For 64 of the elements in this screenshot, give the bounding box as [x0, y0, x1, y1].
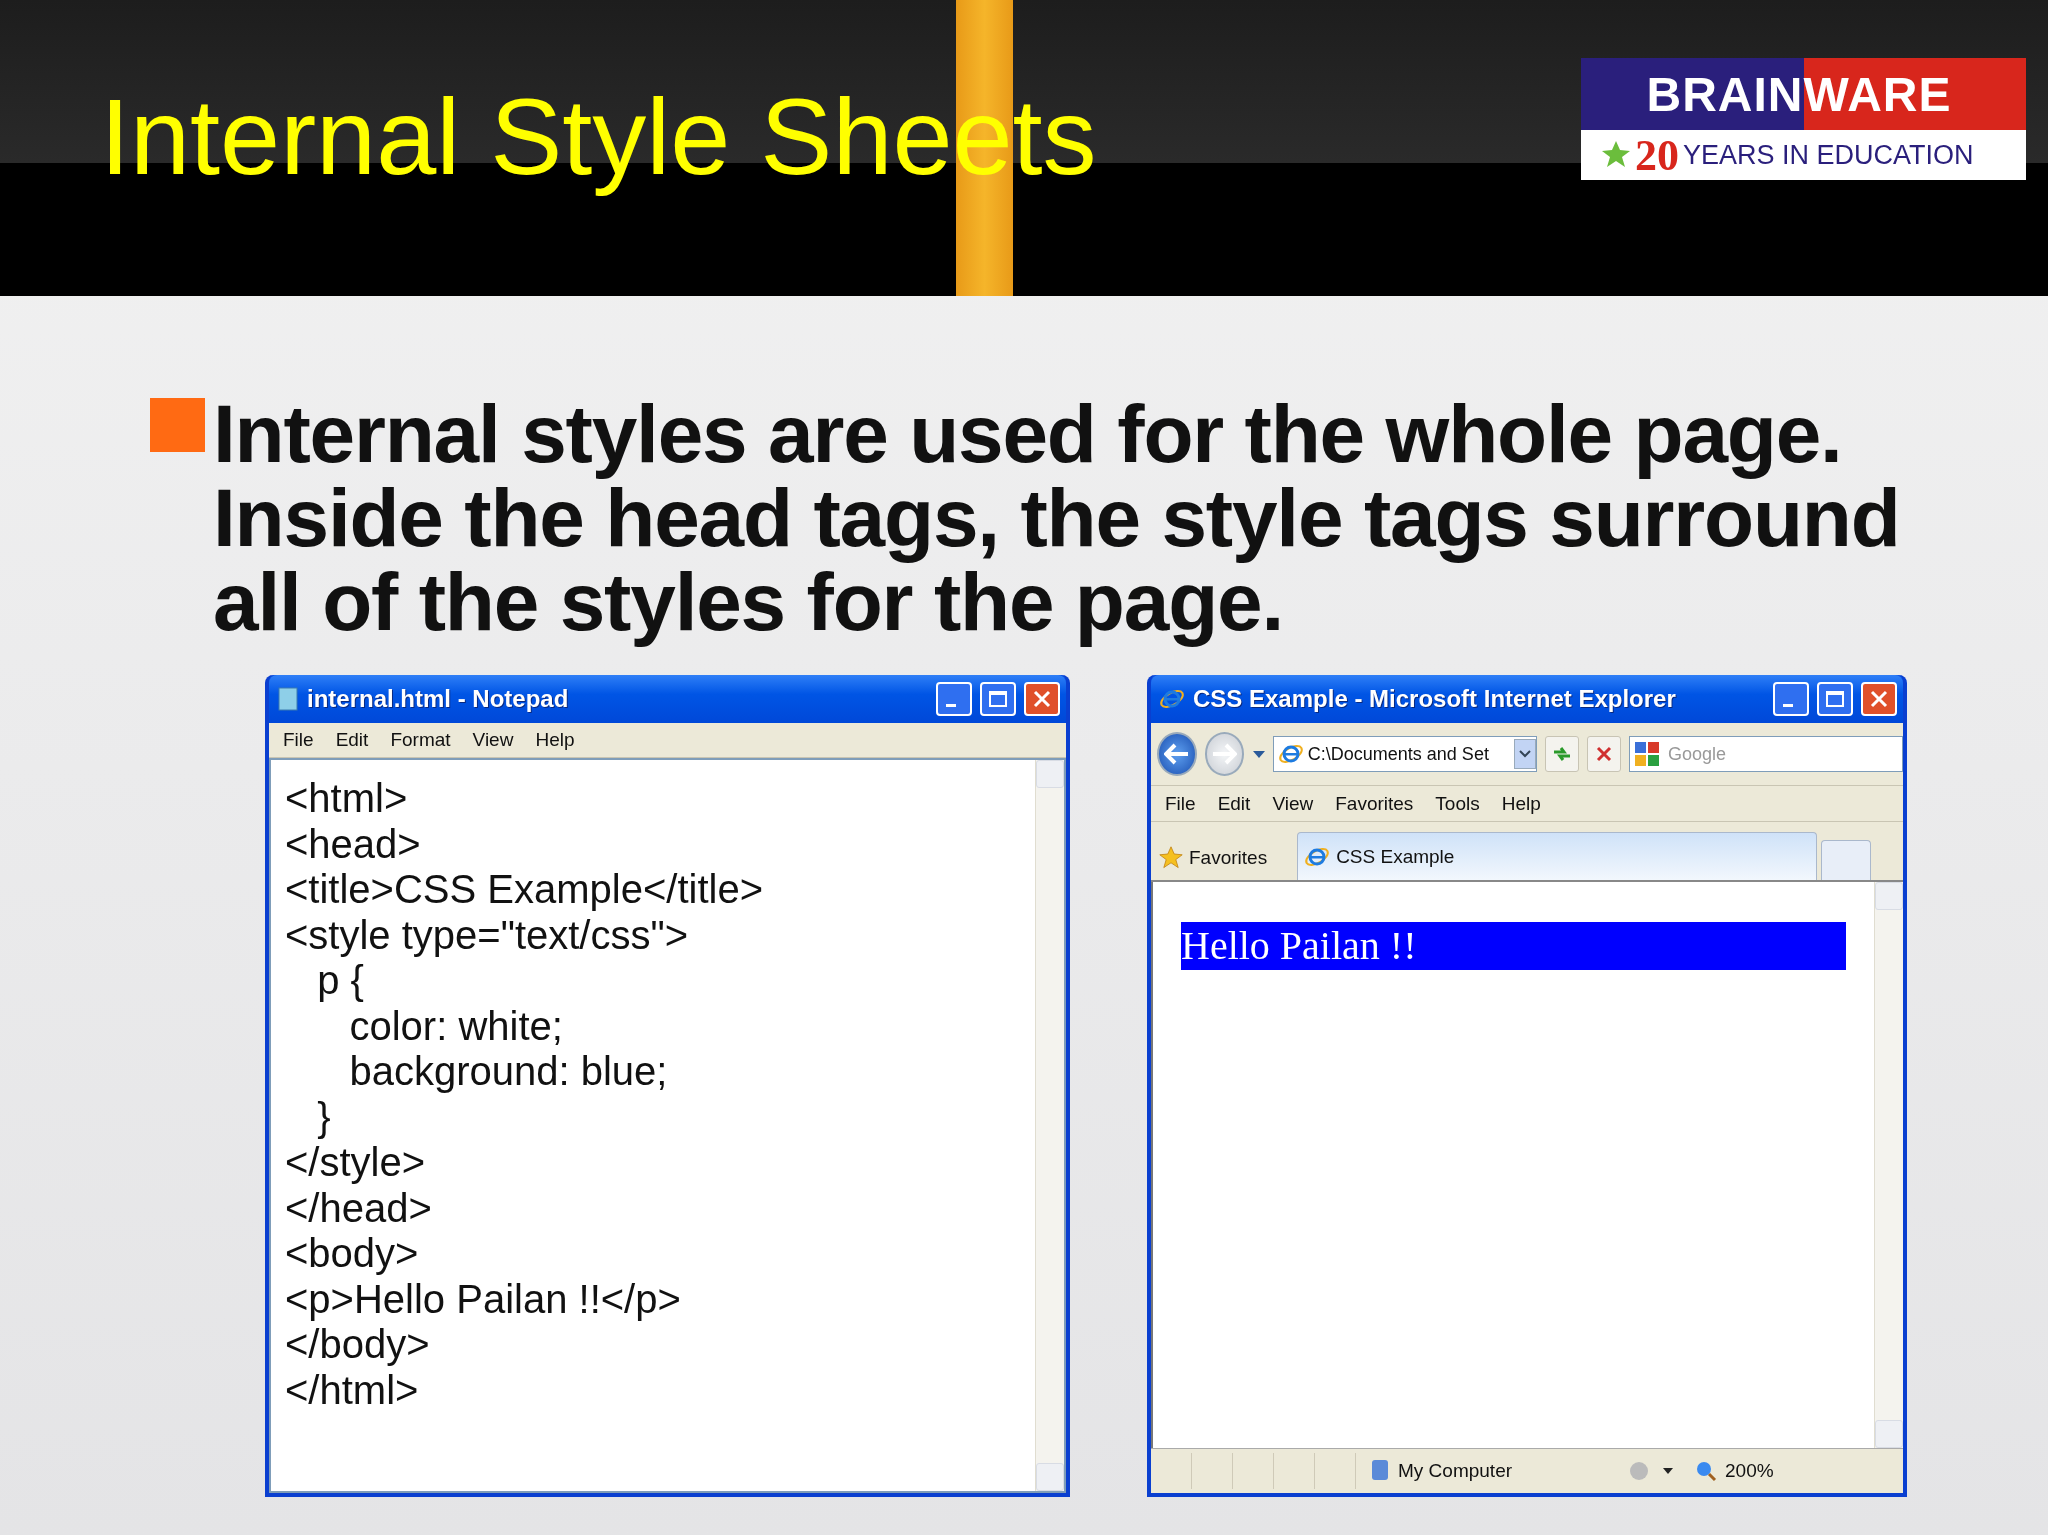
search-provider-icon: [1634, 741, 1660, 767]
search-box[interactable]: Google: [1629, 736, 1903, 772]
dropdown-button[interactable]: [1513, 739, 1536, 769]
page-paragraph: Hello Pailan !!: [1181, 922, 1846, 970]
menu-item[interactable]: Format: [382, 729, 459, 751]
code-line: }: [316, 1094, 332, 1140]
window-title: CSS Example - Microsoft Internet Explorer: [1193, 685, 1677, 713]
minimize-icon: [1783, 703, 1793, 707]
menu-item[interactable]: Edit: [327, 729, 377, 751]
stop-icon: [1595, 746, 1612, 762]
text-area[interactable]: <html> <head> <title>CSS Example</title> <style type="text/css"> p { color: white; background: blue; } </style> </head> <body> <p>Hello Pailan !!</p> </body> </html>: [269, 758, 1066, 1493]
zoom-icon: [1695, 1460, 1717, 1482]
zoom-level[interactable]: 200%: [1695, 1460, 1774, 1482]
refresh-button[interactable]: [1544, 736, 1579, 772]
favorites-button[interactable]: Favorites: [1159, 836, 1294, 880]
dropdown-icon[interactable]: [1252, 749, 1265, 759]
code-line: <html>: [285, 776, 409, 822]
status-zone: My Computer: [1356, 1458, 1625, 1484]
minimize-icon: [946, 703, 956, 707]
code-line: <p>Hello Pailan !!</p>: [285, 1276, 682, 1322]
code-line: </body>: [285, 1322, 431, 1368]
window-title: internal.html - Notepad: [307, 685, 570, 713]
back-arrow-icon: [1163, 743, 1190, 765]
minimize-button[interactable]: [936, 682, 972, 716]
code-line: <style type="text/css">: [285, 912, 690, 958]
code-line: background: blue;: [348, 1049, 669, 1095]
code-line: <title>CSS Example</title>: [285, 867, 765, 913]
menu-item[interactable]: Tools: [1427, 792, 1488, 815]
maximize-icon: [989, 691, 1007, 707]
stop-button[interactable]: [1586, 736, 1621, 772]
menu-item[interactable]: File: [275, 729, 322, 751]
code-line: color: white;: [348, 1003, 564, 1049]
menu-item[interactable]: Help: [1493, 792, 1549, 815]
menu-item[interactable]: View: [1264, 792, 1322, 815]
code-line: <head>: [285, 821, 422, 867]
maximize-button[interactable]: [980, 682, 1016, 716]
menu-item[interactable]: View: [464, 729, 522, 751]
menu-item[interactable]: Favorites: [1327, 792, 1422, 815]
close-button[interactable]: [1024, 682, 1060, 716]
code-line: <body>: [285, 1231, 420, 1277]
maximize-icon: [1826, 691, 1844, 707]
chevron-icon: [1518, 750, 1531, 758]
menu-item[interactable]: Help: [527, 729, 583, 751]
maximize-button[interactable]: [1817, 682, 1853, 716]
code-line: </style>: [285, 1140, 427, 1186]
code-line: p {: [316, 958, 365, 1004]
browser-tab[interactable]: CSS Example: [1297, 832, 1818, 880]
close-icon: [1033, 690, 1051, 708]
code-line: </head>: [285, 1185, 433, 1231]
menu-item[interactable]: Edit: [1209, 792, 1259, 815]
minimize-button[interactable]: [1773, 682, 1809, 716]
bullet-text: Internal styles are used for the whole page. Inside the head tags, the style tags surround all of the styles for the page.: [213, 392, 1901, 649]
back-button[interactable]: [1157, 732, 1197, 776]
close-icon: [1870, 690, 1888, 708]
bullet-square: [150, 398, 205, 452]
forward-button[interactable]: [1204, 732, 1245, 776]
scrollbar[interactable]: [1874, 882, 1903, 1448]
close-button[interactable]: [1861, 682, 1897, 716]
forward-arrow-icon: [1211, 743, 1238, 765]
scrollbar[interactable]: [1035, 760, 1064, 1491]
star-icon: [1159, 846, 1183, 870]
address-bar[interactable]: C:\Documents and Set: [1272, 736, 1537, 772]
menu-item[interactable]: File: [1157, 792, 1204, 815]
code-line: </html>: [285, 1367, 420, 1413]
